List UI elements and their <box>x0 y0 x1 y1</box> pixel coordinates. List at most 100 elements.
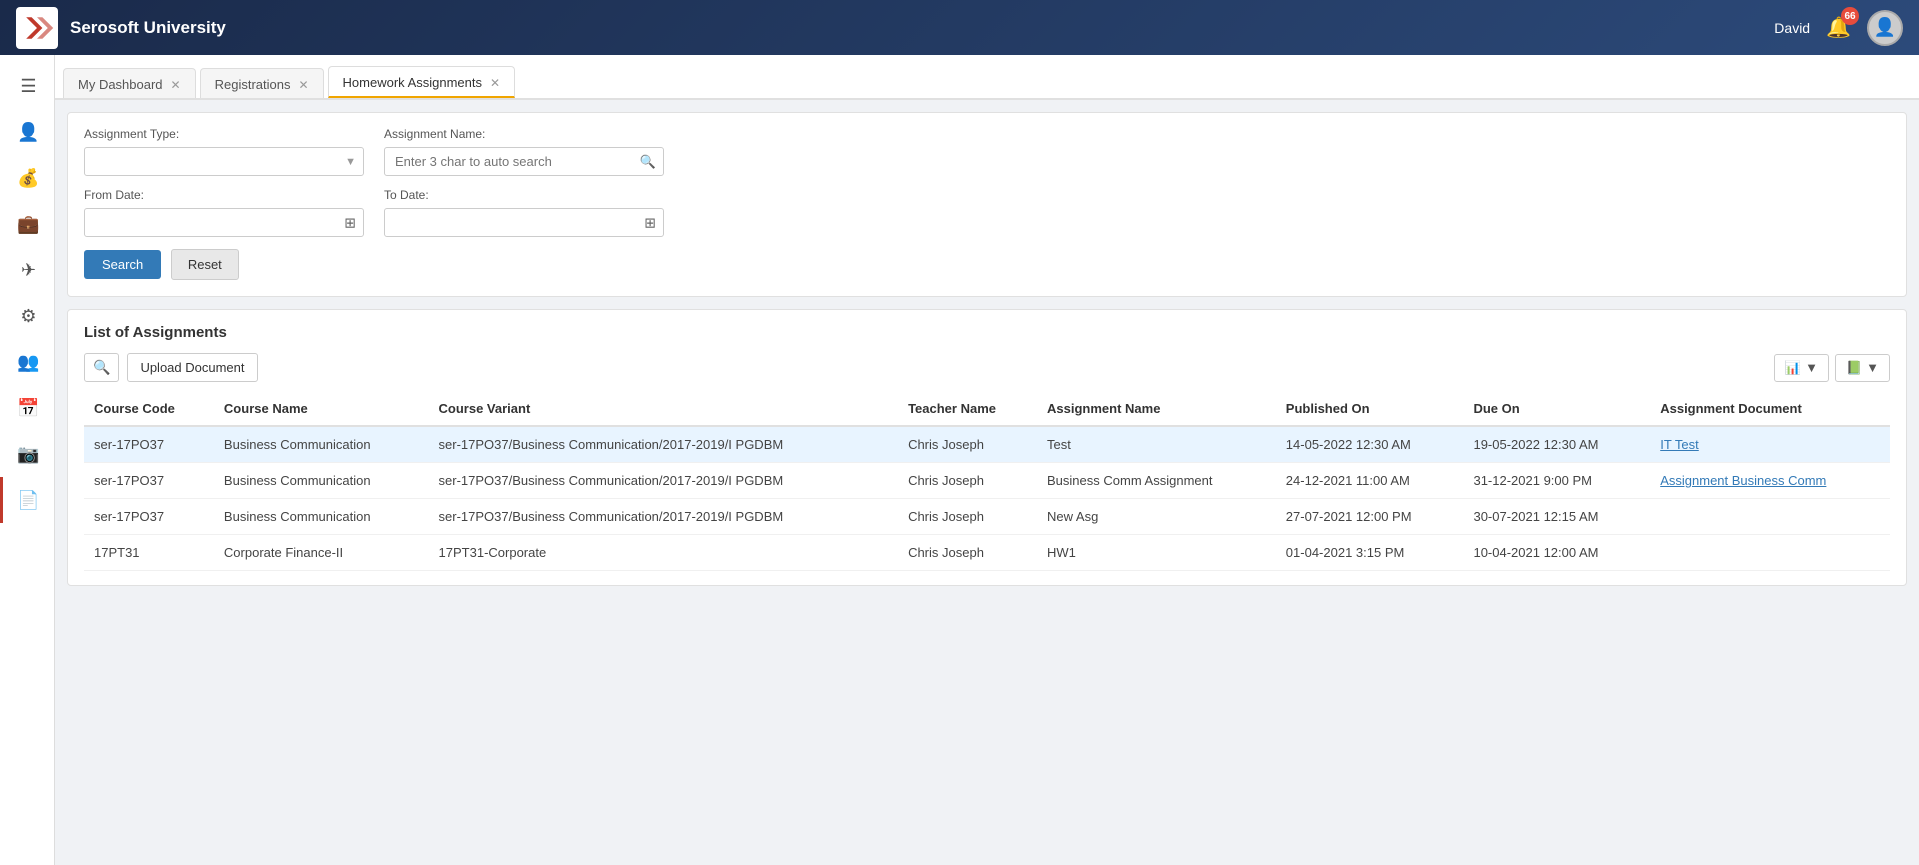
tab-homework-assignments[interactable]: Homework Assignments ✕ <box>328 66 516 98</box>
table-row: ser-17PO37Business Communicationser-17PO… <box>84 426 1890 463</box>
cell-course-name: Business Communication <box>214 463 429 499</box>
filter-row-2: From Date: ⊞ To Date: ⊞ <box>84 188 1890 237</box>
tab-homework-assignments-close[interactable]: ✕ <box>490 76 500 90</box>
cell-published-on: 24-12-2021 11:00 AM <box>1276 463 1464 499</box>
assignment-name-input[interactable] <box>384 147 664 176</box>
upload-document-button[interactable]: Upload Document <box>127 353 257 382</box>
finance-icon: 💰 <box>17 168 39 189</box>
briefcase-icon: 💼 <box>17 214 39 235</box>
table-row: ser-17PO37Business Communicationser-17PO… <box>84 463 1890 499</box>
link-assignment-document[interactable]: Assignment Business Comm <box>1660 473 1826 488</box>
menu-icon: ☰ <box>20 76 36 97</box>
cell-course-variant: ser-17PO37/Business Communication/2017-2… <box>429 463 899 499</box>
col-teacher-name: Teacher Name <box>898 392 1037 426</box>
tab-my-dashboard[interactable]: My Dashboard ✕ <box>63 68 196 98</box>
person-icon: 👤 <box>17 122 39 143</box>
cell-assignment-document[interactable]: IT Test <box>1650 426 1890 463</box>
cell-assignment-name: HW1 <box>1037 535 1276 571</box>
cell-course-code: ser-17PO37 <box>84 463 214 499</box>
col-due-on: Due On <box>1463 392 1650 426</box>
cell-course-name: Business Communication <box>214 499 429 535</box>
sidebar: ☰ 👤 💰 💼 ✈ ⚙ 👥 📅 📷 📄 <box>0 55 55 865</box>
navigation-icon: ✈ <box>21 260 36 281</box>
sidebar-item-calendar[interactable]: 📅 <box>0 385 54 431</box>
list-toolbar-left: 🔍 Upload Document <box>84 353 258 382</box>
cell-due-on: 31-12-2021 9:00 PM <box>1463 463 1650 499</box>
navbar-right: David 🔔 66 👤 <box>1774 10 1903 46</box>
from-date-calendar-icon[interactable]: ⊞ <box>344 214 356 231</box>
cell-assignment-name: New Asg <box>1037 499 1276 535</box>
tab-registrations-close[interactable]: ✕ <box>298 78 308 92</box>
cell-teacher-name: Chris Joseph <box>898 535 1037 571</box>
tab-my-dashboard-close[interactable]: ✕ <box>171 78 181 92</box>
sidebar-item-users[interactable]: 👥 <box>0 339 54 385</box>
filter-section: Assignment Type: ▼ Assignment Name: 🔍 Fr… <box>67 112 1907 297</box>
sidebar-item-settings[interactable]: ⚙ <box>0 293 54 339</box>
cell-assignment-document[interactable]: Assignment Business Comm <box>1650 463 1890 499</box>
cell-teacher-name: Chris Joseph <box>898 426 1037 463</box>
to-date-group: To Date: ⊞ <box>384 188 664 237</box>
export-pdf-button[interactable]: 📊 ▼ <box>1774 354 1829 382</box>
cell-due-on: 10-04-2021 12:00 AM <box>1463 535 1650 571</box>
assignment-type-group: Assignment Type: ▼ <box>84 127 364 176</box>
list-toolbar: 🔍 Upload Document 📊 ▼ 📗 ▼ <box>84 353 1890 382</box>
settings-icon: ⚙ <box>20 306 36 327</box>
users-icon: 👥 <box>17 352 39 373</box>
cell-teacher-name: Chris Joseph <box>898 463 1037 499</box>
user-avatar[interactable]: 👤 <box>1867 10 1903 46</box>
assignment-type-select[interactable] <box>84 147 364 176</box>
to-date-label: To Date: <box>384 188 664 202</box>
sidebar-item-briefcase[interactable]: 💼 <box>0 201 54 247</box>
col-assignment-name: Assignment Name <box>1037 392 1276 426</box>
table-row: 17PT31Corporate Finance-II17PT31-Corpora… <box>84 535 1890 571</box>
sidebar-item-camera[interactable]: 📷 <box>0 431 54 477</box>
assignment-name-search-icon: 🔍 <box>640 154 656 170</box>
main-content: Assignment Type: ▼ Assignment Name: 🔍 Fr… <box>55 100 1919 865</box>
from-date-input[interactable] <box>84 208 364 237</box>
notification-bell[interactable]: 🔔 66 <box>1826 15 1851 40</box>
search-button[interactable]: Search <box>84 250 161 279</box>
search-filter-button[interactable]: 🔍 <box>84 353 119 382</box>
pdf-dropdown-arrow: ▼ <box>1805 360 1818 375</box>
cell-published-on: 14-05-2022 12:30 AM <box>1276 426 1464 463</box>
excel-dropdown-arrow: ▼ <box>1866 360 1879 375</box>
assignments-table: Course Code Course Name Course Variant T… <box>84 392 1890 571</box>
cell-course-variant: ser-17PO37/Business Communication/2017-2… <box>429 499 899 535</box>
user-name: David <box>1774 20 1810 36</box>
col-course-name: Course Name <box>214 392 429 426</box>
calendar-icon: 📅 <box>17 398 39 419</box>
export-excel-button[interactable]: 📗 ▼ <box>1835 354 1890 382</box>
search-filter-icon: 🔍 <box>93 359 110 376</box>
cell-course-variant: ser-17PO37/Business Communication/2017-2… <box>429 426 899 463</box>
sidebar-item-finance[interactable]: 💰 <box>0 155 54 201</box>
reset-button[interactable]: Reset <box>171 249 239 280</box>
filter-row-1: Assignment Type: ▼ Assignment Name: 🔍 <box>84 127 1890 176</box>
link-assignment-document[interactable]: IT Test <box>1660 437 1699 452</box>
cell-assignment-name: Test <box>1037 426 1276 463</box>
tab-registrations[interactable]: Registrations ✕ <box>200 68 324 98</box>
document-icon: 📄 <box>17 490 39 511</box>
to-date-calendar-icon[interactable]: ⊞ <box>644 214 656 231</box>
sidebar-item-menu[interactable]: ☰ <box>0 63 54 109</box>
col-published-on: Published On <box>1276 392 1464 426</box>
excel-icon: 📗 <box>1846 360 1862 376</box>
cell-course-code: 17PT31 <box>84 535 214 571</box>
sidebar-item-navigation[interactable]: ✈ <box>0 247 54 293</box>
list-section: List of Assignments 🔍 Upload Document 📊 … <box>67 309 1907 586</box>
cell-course-code: ser-17PO37 <box>84 499 214 535</box>
cell-assignment-document <box>1650 499 1890 535</box>
pdf-icon: 📊 <box>1785 360 1801 376</box>
tab-homework-assignments-label: Homework Assignments <box>343 75 482 90</box>
sidebar-item-person[interactable]: 👤 <box>0 109 54 155</box>
cell-course-code: ser-17PO37 <box>84 426 214 463</box>
cell-due-on: 19-05-2022 12:30 AM <box>1463 426 1650 463</box>
to-date-input[interactable] <box>384 208 664 237</box>
sidebar-item-document[interactable]: 📄 <box>0 477 54 523</box>
assignment-type-label: Assignment Type: <box>84 127 364 141</box>
table-header-row: Course Code Course Name Course Variant T… <box>84 392 1890 426</box>
from-date-wrapper: ⊞ <box>84 208 364 237</box>
camera-icon: 📷 <box>17 444 39 465</box>
col-assignment-document: Assignment Document <box>1650 392 1890 426</box>
cell-published-on: 01-04-2021 3:15 PM <box>1276 535 1464 571</box>
assignment-name-search-wrapper: 🔍 <box>384 147 664 176</box>
